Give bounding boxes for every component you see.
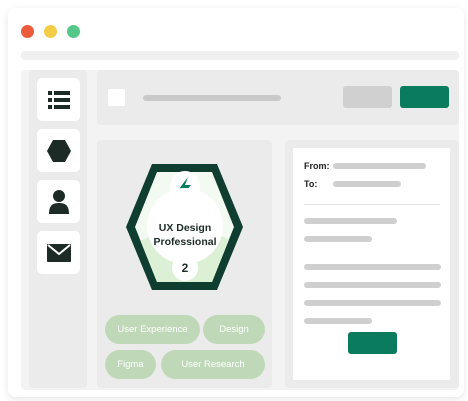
select-all-checkbox[interactable] bbox=[108, 89, 125, 106]
sidebar-item-profile[interactable] bbox=[37, 180, 80, 223]
sidebar-item-list[interactable] bbox=[37, 78, 80, 121]
badge-panel: UX Design Professional 2 User Experience… bbox=[97, 140, 272, 388]
hexagon-icon bbox=[46, 139, 71, 162]
to-label: To: bbox=[304, 179, 318, 189]
badge-graphic bbox=[126, 164, 243, 290]
email-panel: From: To: bbox=[285, 140, 459, 388]
address-bar[interactable] bbox=[21, 51, 459, 60]
from-field[interactable] bbox=[333, 163, 426, 169]
body-line bbox=[304, 300, 441, 306]
body-line bbox=[304, 282, 441, 288]
body-line bbox=[304, 318, 372, 324]
skill-tag[interactable]: User Experience bbox=[105, 315, 200, 344]
from-label: From: bbox=[304, 161, 330, 171]
user-icon bbox=[48, 189, 69, 214]
body-line bbox=[304, 218, 397, 224]
email-composer: From: To: bbox=[293, 148, 450, 380]
secondary-button[interactable] bbox=[343, 86, 392, 108]
body-line bbox=[304, 264, 441, 270]
sidebar bbox=[29, 70, 87, 388]
sidebar-item-mail[interactable] bbox=[37, 231, 80, 274]
badge-title: UX Design Professional bbox=[153, 222, 217, 248]
skill-tag[interactable]: Design bbox=[203, 315, 265, 344]
browser-window: UX Design Professional 2 User Experience… bbox=[8, 8, 464, 397]
app-content: UX Design Professional 2 User Experience… bbox=[21, 70, 459, 390]
toolbar bbox=[97, 70, 459, 125]
sidebar-item-badges[interactable] bbox=[37, 129, 80, 172]
mail-icon bbox=[46, 243, 71, 262]
header-divider bbox=[304, 204, 440, 205]
skill-tag[interactable]: User Research bbox=[161, 350, 265, 379]
badge-level: 2 bbox=[181, 261, 189, 275]
search-placeholder-line bbox=[143, 95, 281, 101]
maximize-window-button[interactable] bbox=[67, 25, 80, 38]
to-field[interactable] bbox=[333, 181, 401, 187]
close-window-button[interactable] bbox=[21, 25, 34, 38]
send-button[interactable] bbox=[348, 332, 397, 354]
primary-button[interactable] bbox=[400, 86, 449, 108]
body-line bbox=[304, 236, 372, 242]
list-icon bbox=[47, 90, 70, 109]
minimize-window-button[interactable] bbox=[44, 25, 57, 38]
skill-tag[interactable]: Figma bbox=[105, 350, 156, 379]
